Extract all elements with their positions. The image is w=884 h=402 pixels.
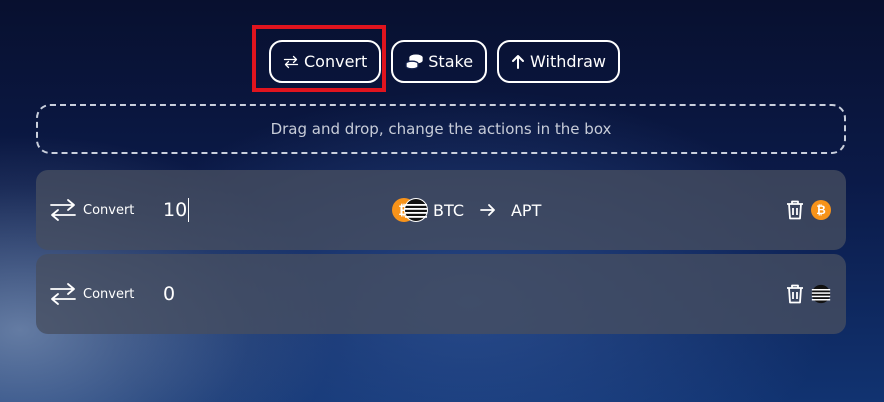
to-token: APT [510, 200, 542, 220]
action-toolbar: Convert Stake Withdraw [269, 40, 620, 83]
convert-button[interactable]: Convert [269, 40, 382, 83]
stake-button-label: Stake [428, 52, 474, 71]
action-type: Convert [49, 170, 134, 250]
convert-button-label: Convert [304, 52, 368, 71]
token-pair-icons: ₿ [392, 198, 428, 222]
withdraw-button-label: Withdraw [530, 52, 606, 71]
arrow-right-icon [480, 204, 496, 216]
stake-button[interactable]: Stake [391, 40, 488, 83]
arrow-up-icon [512, 55, 525, 69]
amount-input[interactable]: 10 [163, 170, 190, 250]
text-caret [188, 198, 190, 222]
dropzone-hint: Drag and drop, change the actions in the… [270, 120, 612, 138]
from-token: BTC [433, 200, 464, 220]
action-card-convert-1[interactable]: Convert 10 ₿ BTC APT ₿ [36, 170, 846, 250]
bitcoin-icon: ₿ [811, 200, 831, 220]
amount-value: 10 [163, 199, 188, 221]
token-pair[interactable]: ₿ BTC APT [392, 170, 541, 250]
card-actions: ₿ [786, 170, 831, 250]
svg-text:₿: ₿ [816, 203, 826, 217]
amount-input[interactable]: 0 [163, 254, 175, 334]
swap-arrows-icon [50, 283, 76, 305]
action-dropzone[interactable]: Drag and drop, change the actions in the… [36, 104, 846, 154]
withdraw-button[interactable]: Withdraw [497, 40, 620, 83]
trash-icon[interactable] [786, 200, 804, 220]
card-actions [786, 254, 831, 334]
aptos-icon [811, 284, 831, 304]
action-type-label: Convert [83, 286, 135, 302]
amount-value: 0 [163, 283, 176, 305]
action-type: Convert [49, 254, 134, 334]
action-card-convert-2[interactable]: Convert 0 [36, 254, 846, 334]
swap-arrows-icon [283, 55, 299, 68]
action-type-label: Convert [83, 202, 135, 218]
coins-stack-icon [405, 54, 423, 69]
trash-icon[interactable] [786, 284, 804, 304]
aptos-icon [404, 198, 428, 222]
swap-arrows-icon [50, 199, 76, 221]
